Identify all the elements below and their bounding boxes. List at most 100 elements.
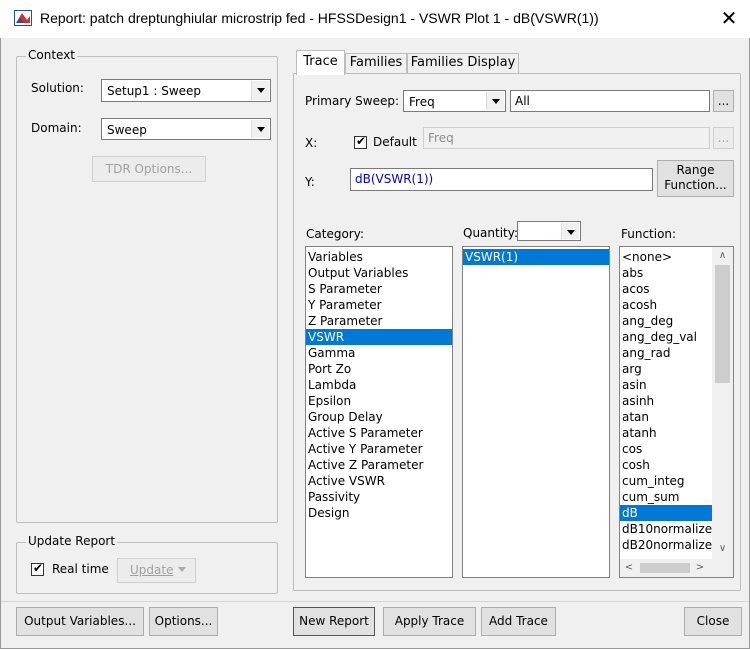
context-legend: Context — [26, 48, 78, 62]
function-item-acosh[interactable]: acosh — [620, 297, 712, 313]
category-list[interactable]: Variables Output Variables S Parameter Y Pa… — [305, 246, 453, 578]
function-item-arg[interactable]: arg — [620, 361, 712, 377]
category-item-port-zo[interactable]: Port Zo — [306, 361, 452, 377]
function-hscrollbar[interactable]: < > — [620, 559, 733, 577]
function-item-abs[interactable]: abs — [620, 265, 712, 281]
function-item-asin[interactable]: asin — [620, 377, 712, 393]
category-item-design[interactable]: Design — [306, 505, 452, 521]
range-function-line2: Function... — [664, 178, 727, 192]
scroll-left-icon[interactable]: < — [623, 562, 635, 573]
close-button[interactable]: Close — [684, 607, 742, 636]
category-item-epsilon[interactable]: Epsilon — [306, 393, 452, 409]
category-item-passivity[interactable]: Passivity — [306, 489, 452, 505]
category-item-active-s-parameter[interactable]: Active S Parameter — [306, 425, 452, 441]
domain-value: Sweep — [107, 123, 147, 137]
function-hscroll-thumb[interactable] — [640, 563, 690, 573]
function-item-atanh[interactable]: atanh — [620, 425, 712, 441]
function-item-asinh[interactable]: asinh — [620, 393, 712, 409]
update-dropdown-icon[interactable] — [178, 567, 186, 572]
category-item-active-y-parameter[interactable]: Active Y Parameter — [306, 441, 452, 457]
category-item-vswr[interactable]: VSWR — [306, 329, 452, 345]
chevron-down-icon[interactable] — [561, 223, 579, 239]
apply-trace-button[interactable]: Apply Trace — [383, 607, 476, 636]
primary-sweep-label: Primary Sweep: — [305, 94, 400, 108]
primary-sweep-select[interactable]: Freq — [403, 90, 506, 112]
category-item-group-delay[interactable]: Group Delay — [306, 409, 452, 425]
solution-label: Solution: — [31, 81, 84, 95]
quantity-filter-select[interactable] — [517, 221, 581, 241]
category-item-output-variables[interactable]: Output Variables — [306, 265, 452, 281]
primary-sweep-range: All — [510, 90, 710, 112]
range-function-line1: Range — [676, 163, 715, 177]
category-item-gamma[interactable]: Gamma — [306, 345, 452, 361]
category-item-active-z-parameter[interactable]: Active Z Parameter — [306, 457, 452, 473]
function-item-db[interactable]: dB — [620, 505, 712, 521]
category-item-z-parameter[interactable]: Z Parameter — [306, 313, 452, 329]
report-dialog: Report: patch dreptunghiular microstrip … — [0, 0, 750, 649]
function-item-none[interactable]: <none> — [620, 249, 712, 265]
tdr-options-button[interactable]: TDR Options... — [92, 156, 206, 182]
output-variables-button[interactable]: Output Variables... — [16, 607, 144, 636]
solution-select[interactable]: Setup1 : Sweep — [101, 79, 271, 102]
category-item-variables[interactable]: Variables — [306, 249, 452, 265]
function-items: <none> abs acos acosh ang_deg ang_deg_val ang_… — [620, 247, 712, 553]
primary-sweep-value: Freq — [409, 95, 435, 109]
domain-select[interactable]: Sweep — [101, 118, 271, 140]
x-default-checkbox[interactable] — [354, 134, 367, 149]
category-item-lambda[interactable]: Lambda — [306, 377, 452, 393]
quantity-item-vswr-1[interactable]: VSWR(1) — [463, 249, 609, 265]
category-item-s-parameter[interactable]: S Parameter — [306, 281, 452, 297]
close-icon[interactable]: ✕ — [714, 4, 744, 32]
function-item-ang-rad[interactable]: ang_rad — [620, 345, 712, 361]
function-item-cosh[interactable]: cosh — [620, 457, 712, 473]
category-items: Variables Output Variables S Parameter Y Pa… — [306, 247, 452, 521]
function-item-db20normalize[interactable]: dB20normalize — [620, 537, 712, 553]
function-item-ang-deg[interactable]: ang_deg — [620, 313, 712, 329]
tab-families-display[interactable]: Families Display — [407, 53, 519, 73]
realtime-label: Real time — [52, 562, 109, 576]
x-ellipsis-button[interactable]: ... — [713, 127, 734, 149]
update-button-label: Update — [130, 563, 174, 577]
quantity-list[interactable]: VSWR(1) — [462, 246, 610, 578]
realtime-checkbox[interactable] — [31, 561, 44, 576]
tab-families[interactable]: Families — [345, 53, 407, 73]
options-button[interactable]: Options... — [149, 607, 218, 636]
y-expression-field[interactable]: dB(VSWR(1)) — [350, 168, 653, 191]
scroll-up-icon[interactable]: ∧ — [712, 250, 733, 261]
x-expression-field[interactable]: Freq — [423, 127, 710, 149]
window-title: Report: patch dreptunghiular microstrip … — [40, 10, 599, 26]
solution-value: Setup1 : Sweep — [107, 84, 202, 98]
function-item-acos[interactable]: acos — [620, 281, 712, 297]
function-item-cum-integ[interactable]: cum_integ — [620, 473, 712, 489]
x-default-label: Default — [373, 135, 417, 149]
function-item-ang-deg-val[interactable]: ang_deg_val — [620, 329, 712, 345]
function-label: Function: — [621, 227, 677, 241]
scroll-right-icon[interactable]: > — [694, 562, 706, 573]
x-label: X: — [305, 136, 318, 150]
chevron-down-icon[interactable] — [251, 120, 269, 138]
title-bar: Report: patch dreptunghiular microstrip … — [0, 0, 750, 38]
range-function-button[interactable]: Range Function... — [657, 160, 734, 197]
new-report-button[interactable]: New Report — [293, 607, 375, 636]
category-item-active-vswr[interactable]: Active VSWR — [306, 473, 452, 489]
function-item-cum-sum[interactable]: cum_sum — [620, 489, 712, 505]
quantity-label: Quantity: — [463, 226, 519, 240]
function-list[interactable]: <none> abs acos acosh ang_deg ang_deg_val ang_… — [619, 246, 734, 578]
add-trace-button[interactable]: Add Trace — [481, 607, 556, 636]
function-item-cos[interactable]: cos — [620, 441, 712, 457]
y-label: Y: — [305, 175, 315, 189]
app-icon — [14, 10, 32, 26]
category-item-y-parameter[interactable]: Y Parameter — [306, 297, 452, 313]
scroll-down-icon[interactable]: ∨ — [712, 543, 733, 554]
function-item-atan[interactable]: atan — [620, 409, 712, 425]
function-vscrollbar[interactable]: ∧ ∨ — [712, 247, 733, 559]
function-item-db10normalize[interactable]: dB10normalize — [620, 521, 712, 537]
chevron-down-icon[interactable] — [486, 92, 504, 110]
tab-trace[interactable]: Trace — [296, 50, 345, 75]
update-report-legend: Update Report — [26, 534, 118, 548]
quantity-items: VSWR(1) — [463, 247, 609, 265]
bottom-separator — [1, 601, 749, 602]
chevron-down-icon[interactable] — [251, 81, 269, 100]
primary-sweep-ellipsis-button[interactable]: ... — [713, 90, 734, 112]
function-vscroll-thumb[interactable] — [715, 265, 730, 383]
